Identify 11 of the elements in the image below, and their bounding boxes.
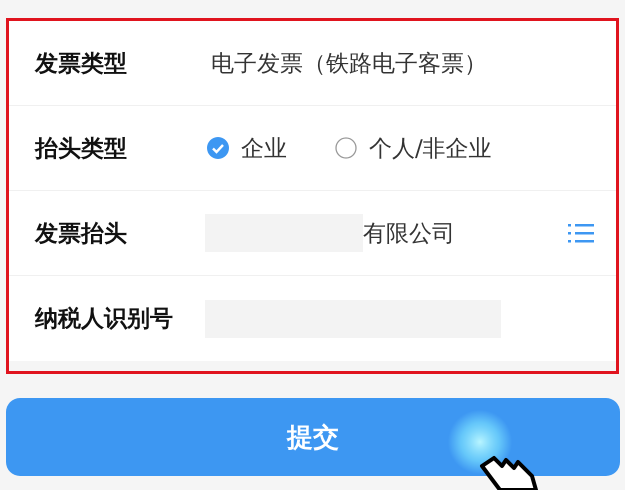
- radio-unchecked-icon[interactable]: [335, 137, 357, 159]
- field-label: 发票类型: [35, 50, 128, 78]
- field-label: 抬头类型: [35, 134, 128, 164]
- radio-label[interactable]: 企业: [241, 132, 287, 164]
- list-icon[interactable]: [568, 222, 594, 244]
- field-label: 纳税人识别号: [35, 305, 174, 334]
- field-value: 电子发票（铁路电子客票）: [211, 50, 487, 78]
- radio-label[interactable]: 个人/非企业: [369, 132, 492, 164]
- field-label: 发票抬头: [35, 220, 128, 248]
- field-value: 有限公司: [363, 220, 455, 248]
- radio-checked-icon[interactable]: [207, 137, 229, 159]
